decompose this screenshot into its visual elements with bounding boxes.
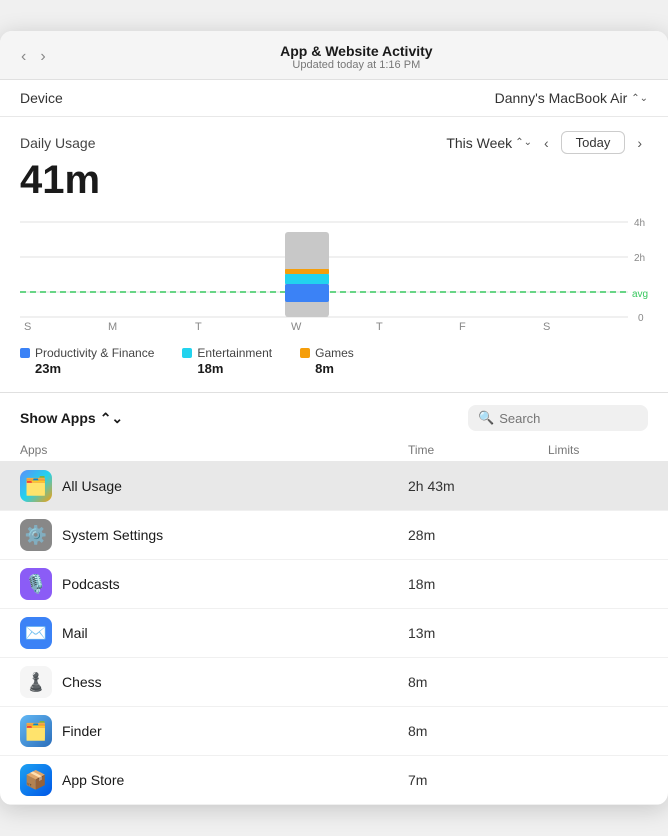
app-name: Finder	[62, 723, 102, 739]
today-button[interactable]: Today	[561, 131, 626, 154]
app-name: Podcasts	[62, 576, 120, 592]
games-color-dot	[300, 348, 310, 358]
app-time: 18m	[408, 576, 548, 592]
app-icon-systemsettings: ⚙️	[20, 519, 52, 551]
app-time: 2h 43m	[408, 478, 548, 494]
usage-time: 41m	[20, 158, 648, 202]
app-icon-chess: ♟️	[20, 666, 52, 698]
week-controls: This Week ⌃⌄ ‹ Today ›	[446, 131, 648, 154]
titlebar-info: App & Website Activity Updated today at …	[61, 43, 652, 71]
productivity-label: Productivity & Finance	[35, 346, 154, 360]
show-apps-button[interactable]: Show Apps ⌃⌄	[20, 410, 123, 427]
prev-week-button[interactable]: ‹	[538, 133, 555, 153]
entertainment-color-dot	[182, 348, 192, 358]
app-time: 28m	[408, 527, 548, 543]
svg-text:avg: avg	[632, 289, 648, 300]
svg-text:T: T	[376, 321, 383, 332]
week-selector[interactable]: This Week ⌃⌄	[446, 135, 532, 151]
app-time: 8m	[408, 674, 548, 690]
app-cell: 🗂️ All Usage	[20, 470, 408, 502]
col-header-apps: Apps	[20, 443, 408, 457]
app-name: Chess	[62, 674, 102, 690]
entertainment-time: 18m	[182, 361, 272, 376]
legend-item-entertainment: Entertainment 18m	[182, 346, 272, 376]
app-cell: 🎙️ Podcasts	[20, 568, 408, 600]
device-chevron-icon: ⌃⌄	[631, 93, 648, 104]
svg-text:S: S	[543, 321, 550, 332]
app-name: Mail	[62, 625, 88, 641]
svg-text:M: M	[108, 321, 117, 332]
usage-header: Daily Usage This Week ⌃⌄ ‹ Today ›	[20, 131, 648, 154]
daily-usage-label: Daily Usage	[20, 135, 95, 151]
app-time: 7m	[408, 772, 548, 788]
col-header-time: Time	[408, 443, 548, 457]
titlebar-title: App & Website Activity	[61, 43, 652, 59]
device-label: Device	[20, 90, 63, 106]
main-window: ‹ › App & Website Activity Updated today…	[0, 31, 668, 805]
svg-text:0: 0	[638, 313, 644, 324]
table-header: Apps Time Limits	[0, 439, 668, 462]
device-row: Device Danny's MacBook Air ⌃⌄	[0, 80, 668, 117]
svg-text:W: W	[291, 321, 302, 332]
svg-text:2h: 2h	[634, 253, 645, 264]
table-row[interactable]: ⚙️ System Settings 28m	[0, 511, 668, 560]
app-cell: 📦 App Store	[20, 764, 408, 796]
productivity-color-dot	[20, 348, 30, 358]
titlebar-subtitle: Updated today at 1:16 PM	[61, 59, 652, 71]
app-cell: ✉️ Mail	[20, 617, 408, 649]
apps-header: Show Apps ⌃⌄ 🔍	[0, 393, 668, 439]
table-row[interactable]: 🗂️ Finder 8m	[0, 707, 668, 756]
show-apps-chevron-icon: ⌃⌄	[100, 410, 123, 427]
app-name: All Usage	[62, 478, 122, 494]
app-cell: ♟️ Chess	[20, 666, 408, 698]
forward-button[interactable]: ›	[35, 46, 50, 68]
productivity-time: 23m	[20, 361, 154, 376]
table-row[interactable]: ✉️ Mail 13m	[0, 609, 668, 658]
nav-buttons: ‹ ›	[16, 46, 51, 68]
table-row[interactable]: 📦 App Store 7m	[0, 756, 668, 805]
device-selector[interactable]: Danny's MacBook Air ⌃⌄	[495, 90, 648, 106]
show-apps-label: Show Apps	[20, 410, 96, 426]
games-label: Games	[315, 346, 354, 360]
svg-text:S: S	[24, 321, 31, 332]
back-button[interactable]: ‹	[16, 46, 31, 68]
app-name: System Settings	[62, 527, 163, 543]
next-week-button[interactable]: ›	[631, 133, 648, 153]
svg-text:F: F	[459, 321, 466, 332]
app-cell: 🗂️ Finder	[20, 715, 408, 747]
col-header-limits: Limits	[548, 443, 648, 457]
titlebar: ‹ › App & Website Activity Updated today…	[0, 31, 668, 80]
legend-item-games: Games 8m	[300, 346, 354, 376]
week-selector-label: This Week	[446, 135, 512, 151]
svg-text:4h: 4h	[634, 218, 645, 229]
chart-container: 4h 2h avg 0 S M T	[20, 212, 648, 332]
app-icon-podcasts: 🎙️	[20, 568, 52, 600]
table-body: 🗂️ All Usage 2h 43m ⚙️ System Settings 2…	[0, 462, 668, 805]
app-icon-finder: 🗂️	[20, 715, 52, 747]
table-row[interactable]: ♟️ Chess 8m	[0, 658, 668, 707]
app-icon-appstore: 📦	[20, 764, 52, 796]
games-time: 8m	[300, 361, 354, 376]
table-row[interactable]: 🗂️ All Usage 2h 43m	[0, 462, 668, 511]
usage-section: Daily Usage This Week ⌃⌄ ‹ Today › 41m	[0, 117, 668, 386]
legend-item-productivity: Productivity & Finance 23m	[20, 346, 154, 376]
entertainment-label: Entertainment	[197, 346, 272, 360]
week-selector-chevron-icon: ⌃⌄	[515, 137, 532, 148]
apps-section: Show Apps ⌃⌄ 🔍 Apps Time Limits 🗂️ All U…	[0, 392, 668, 805]
app-icon-mail: ✉️	[20, 617, 52, 649]
device-name: Danny's MacBook Air	[495, 90, 628, 106]
chart-svg: 4h 2h avg 0 S M T	[20, 212, 648, 332]
app-time: 8m	[408, 723, 548, 739]
legend: Productivity & Finance 23m Entertainment…	[20, 340, 648, 376]
app-cell: ⚙️ System Settings	[20, 519, 408, 551]
app-name: App Store	[62, 772, 124, 788]
search-box[interactable]: 🔍	[468, 405, 648, 431]
app-time: 13m	[408, 625, 548, 641]
app-icon-allusage: 🗂️	[20, 470, 52, 502]
table-row[interactable]: 🎙️ Podcasts 18m	[0, 560, 668, 609]
search-icon: 🔍	[478, 410, 494, 426]
svg-text:T: T	[195, 321, 202, 332]
search-input[interactable]	[499, 411, 638, 426]
